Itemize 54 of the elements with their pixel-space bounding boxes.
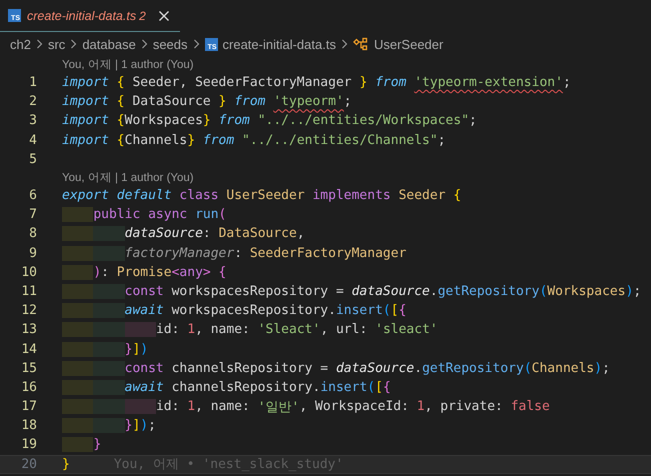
- line-number: 3: [28, 113, 37, 128]
- line-number: 14: [20, 342, 37, 357]
- line-number: 20: [20, 456, 37, 472]
- chevron-right-icon: [340, 39, 348, 49]
- line-number: 11: [20, 284, 37, 299]
- line-number: 2: [28, 94, 37, 110]
- code-line: factoryManager: SeederFactoryManager: [62, 246, 406, 261]
- breadcrumb-item[interactable]: database: [82, 36, 136, 52]
- code-line: id: 1, name: '일반', WorkspaceId: 1, private: false: [62, 398, 550, 416]
- breadcrumb-item[interactable]: ch2: [10, 36, 31, 52]
- line-number: 1: [28, 75, 37, 90]
- line-number: 15: [20, 360, 37, 376]
- codelens[interactable]: You, 어제 | 1 author (You): [62, 170, 194, 185]
- chevron-right-icon: [140, 39, 148, 49]
- code-line: const channelsRepository = dataSource.getRepository(Channels);: [62, 360, 610, 376]
- class-icon: [352, 37, 369, 51]
- code-line: import { DataSource } from 'typeorm';: [62, 94, 352, 110]
- codelens[interactable]: You, 어제 | 1 author (You): [62, 57, 194, 72]
- line-number: 4: [28, 132, 37, 148]
- breadcrumb-item[interactable]: src: [48, 36, 66, 52]
- line-number: 8: [28, 226, 37, 242]
- chevron-right-icon: [36, 39, 43, 49]
- code-line: import {Channels} from "../../entities/Channels";: [62, 132, 446, 148]
- line-number: 9: [28, 246, 37, 261]
- code-line: dataSource: DataSource,: [62, 226, 305, 242]
- line-number: 13: [20, 322, 37, 338]
- line-number: 7: [28, 207, 37, 222]
- line-number: 19: [20, 437, 37, 452]
- code-line: }: [62, 437, 102, 452]
- code-line: const workspacesRepository = dataSource.getRepository(Workspaces);: [62, 284, 642, 299]
- chevron-right-icon: [70, 39, 78, 49]
- breadcrumb-item[interactable]: UserSeeder: [374, 36, 444, 52]
- code-line: }]): [62, 342, 148, 357]
- code-line: await workspacesRepository.insert([{: [62, 303, 406, 318]
- line-number: 17: [20, 399, 37, 414]
- line-number: 18: [20, 418, 37, 434]
- code-line: ): Promise<any> {: [62, 264, 226, 280]
- code-line: export default class UserSeeder implements Seeder {: [62, 188, 462, 204]
- line-number: 10: [20, 264, 37, 280]
- breadcrumb-item[interactable]: seeds: [152, 36, 188, 52]
- line-number: 5: [28, 152, 37, 167]
- code-line: import {Workspaces} from "../../entities/Workspaces";: [62, 113, 477, 128]
- chevron-right-icon: [192, 39, 200, 49]
- breadcrumb-item[interactable]: create-initial-data.ts: [222, 36, 336, 52]
- code-line: import { Seeder, SeederFactoryManager } from 'typeorm-extension';: [62, 75, 571, 90]
- code-line: id: 1, name: 'Sleact', url: 'sleact': [62, 322, 438, 338]
- code-line: }]);: [62, 418, 156, 434]
- line-number: 16: [20, 380, 37, 395]
- code-line: await channelsRepository.insert([{: [62, 380, 391, 395]
- code-line: }: [62, 456, 70, 472]
- line-number: 12: [20, 303, 37, 318]
- line-number: 6: [28, 188, 37, 204]
- code-line: public async run(: [62, 207, 226, 222]
- close-icon[interactable]: [158, 10, 170, 22]
